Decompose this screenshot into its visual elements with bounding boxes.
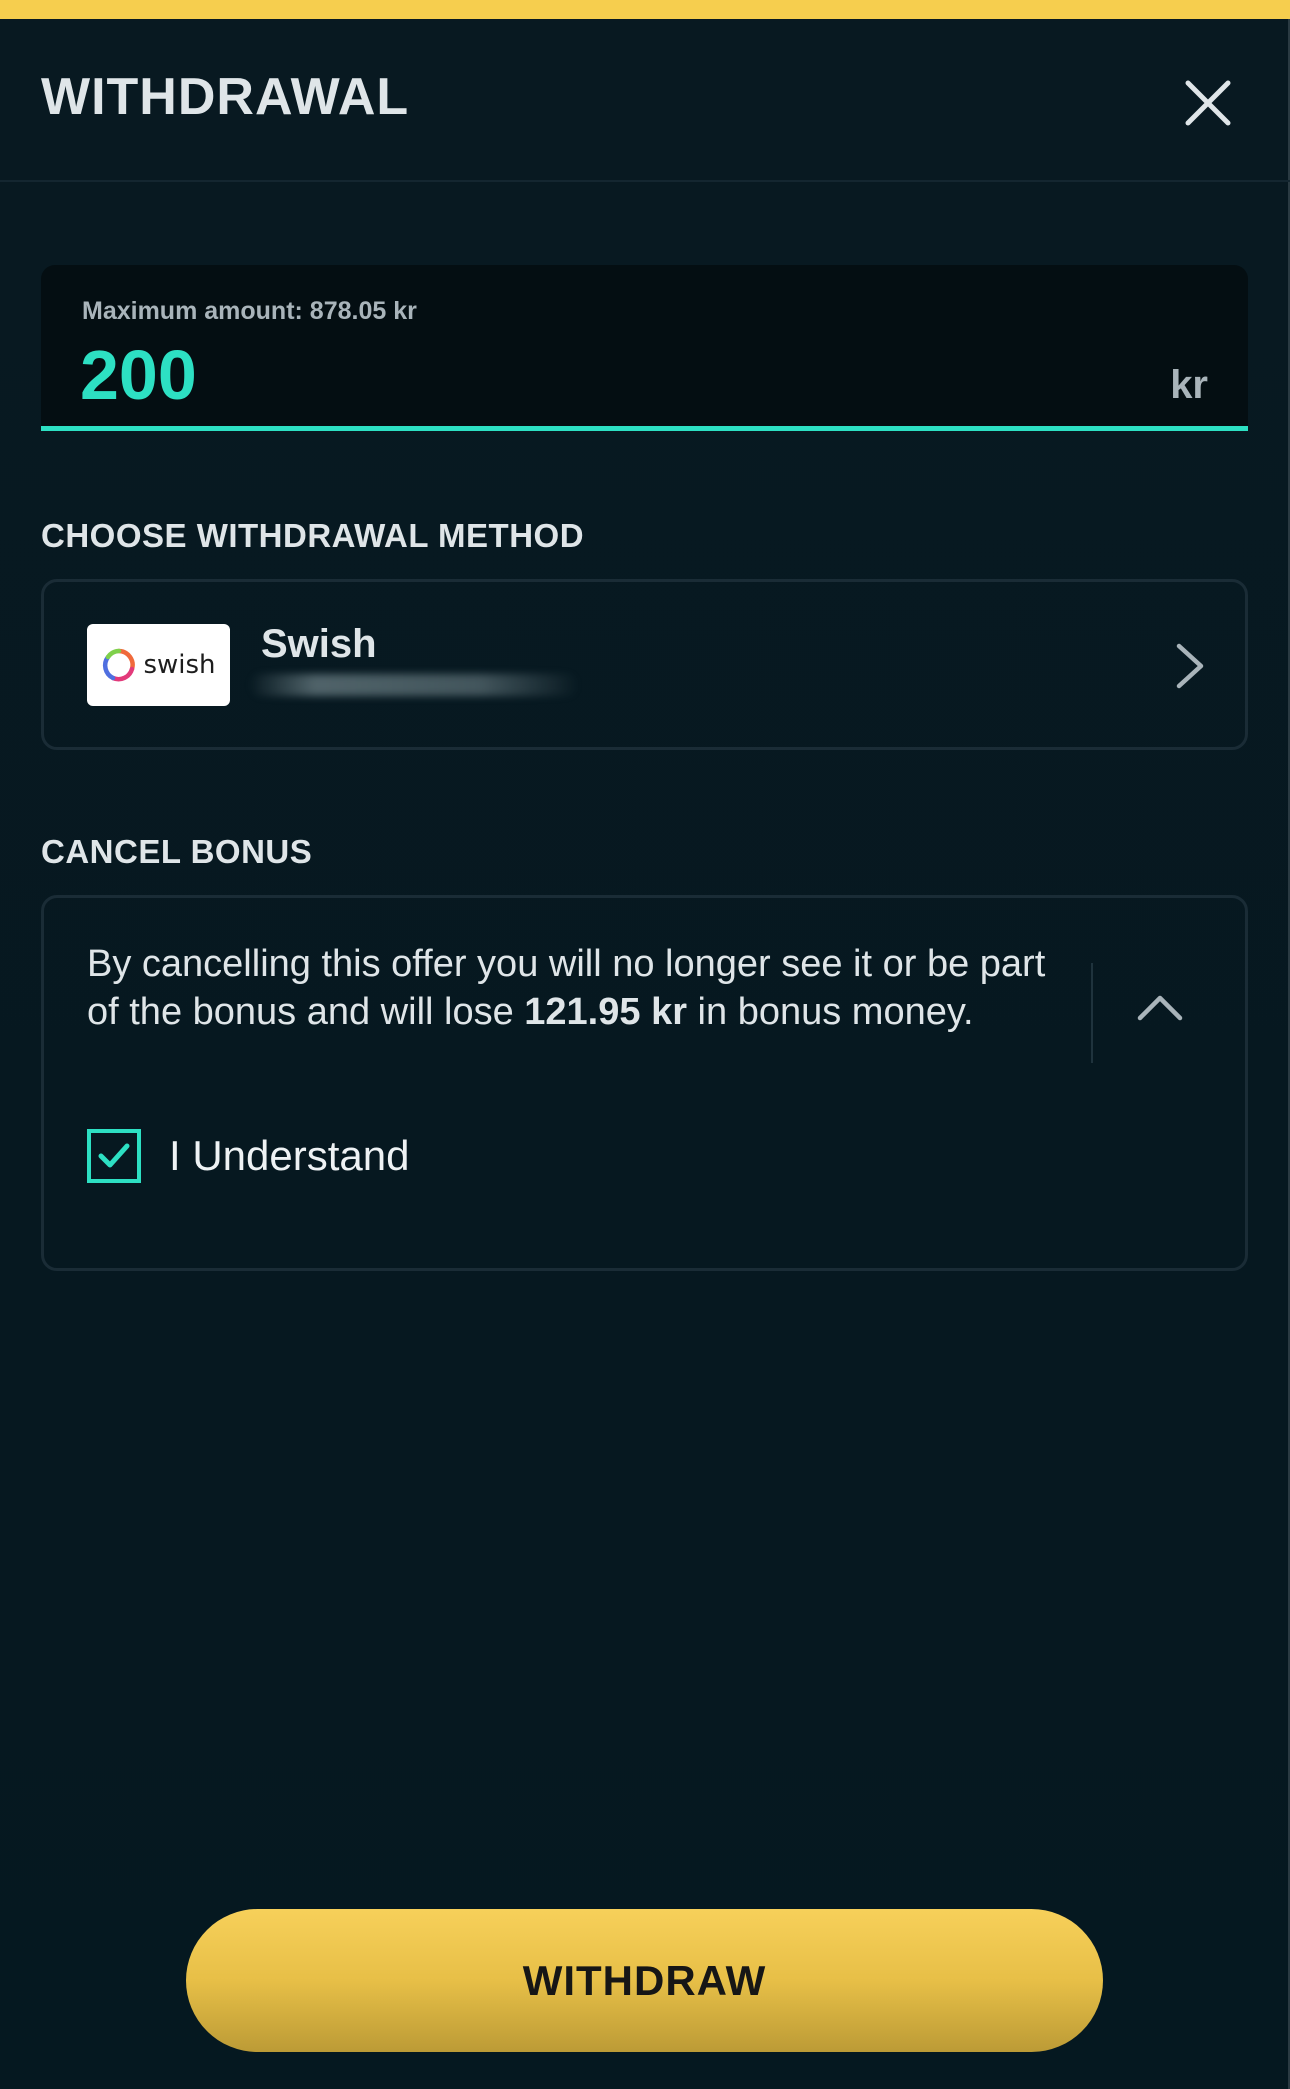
amount-value[interactable]: 200: [80, 340, 197, 410]
withdrawal-method-selector[interactable]: swish Swish: [41, 579, 1248, 750]
withdrawal-method-heading: CHOOSE WITHDRAWAL METHOD: [41, 517, 585, 554]
currency-label: kr: [1170, 363, 1208, 407]
header: WITHDRAWAL: [0, 19, 1290, 182]
bonus-amount: 121.95 kr: [524, 991, 687, 1033]
withdraw-button-label: WITHDRAW: [522, 1956, 767, 2004]
redacted-account-number: [249, 674, 579, 696]
close-icon: [1185, 80, 1231, 126]
withdrawal-page: WITHDRAWAL Maximum amount: 878.05 kr 200…: [0, 0, 1290, 2089]
bonus-warning-text: By cancelling this offer you will no lon…: [87, 940, 1077, 1036]
top-accent-bar: [0, 0, 1290, 19]
swish-logo-icon: [103, 648, 136, 682]
collapse-button[interactable]: [1134, 988, 1186, 1028]
chevron-up-icon: [1137, 995, 1183, 1021]
method-name: Swish: [261, 622, 377, 666]
withdraw-button[interactable]: WITHDRAW: [186, 1909, 1103, 2052]
understand-label: I Understand: [169, 1132, 410, 1179]
understand-checkbox-row[interactable]: I Understand: [87, 1125, 409, 1187]
cancel-bonus-panel: By cancelling this offer you will no lon…: [41, 895, 1248, 1271]
bonus-text-after: in bonus money.: [687, 991, 974, 1033]
swish-logo: swish: [87, 624, 230, 706]
chevron-right-icon: [1176, 643, 1204, 689]
understand-checkbox[interactable]: [87, 1129, 141, 1183]
page-title: WITHDRAWAL: [41, 68, 410, 126]
maximum-amount-label: Maximum amount: 878.05 kr: [82, 297, 417, 325]
cancel-bonus-heading: CANCEL BONUS: [41, 833, 313, 870]
close-button[interactable]: [1180, 75, 1236, 131]
swish-logo-text: swish: [143, 650, 216, 680]
check-icon: [98, 1143, 130, 1168]
divider: [1091, 963, 1093, 1063]
amount-input-field[interactable]: Maximum amount: 878.05 kr 200 kr: [41, 265, 1248, 431]
